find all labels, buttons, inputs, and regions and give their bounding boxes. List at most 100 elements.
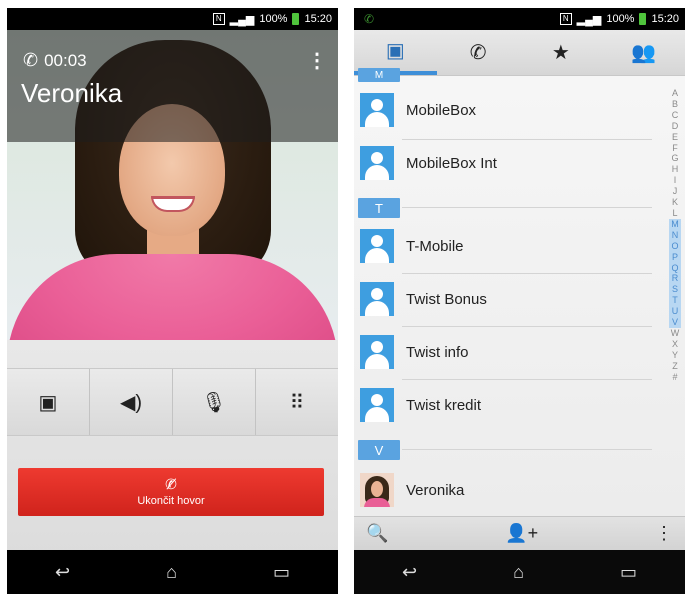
index-letter[interactable]: # bbox=[672, 372, 677, 383]
avatar bbox=[360, 473, 394, 507]
alphabet-index[interactable]: A B C D E F G H I J K L M N O P Q R S T U V W X Y Z # bbox=[669, 88, 681, 382]
navigation-bar: ↩ ⌂ ▭ bbox=[354, 550, 685, 594]
call-timer: ✆ 00:03 bbox=[23, 50, 87, 71]
dialpad-icon: ⠿ bbox=[289, 391, 305, 414]
phone-icon: ✆ bbox=[469, 42, 487, 64]
index-letter[interactable]: G bbox=[671, 153, 678, 164]
index-letter[interactable]: O bbox=[669, 240, 681, 252]
index-letter[interactable]: J bbox=[673, 186, 678, 197]
avatar bbox=[360, 335, 394, 369]
contacts-screen: ✆ N ▂▄▆ 100% 15:20 ▣ ✆ ★ 👥 M MobileBox M… bbox=[354, 8, 685, 594]
index-letter[interactable]: W bbox=[671, 328, 680, 339]
list-item[interactable]: Twist Bonus bbox=[354, 273, 654, 325]
phone-icon: ✆ bbox=[23, 50, 39, 70]
in-call-screen: N ▂▄▆ 100% 15:20 ✆ 00:03 Veronika ⋮ ▣ ◀)… bbox=[7, 8, 338, 594]
contact-name: Twist Bonus bbox=[406, 290, 487, 308]
section-header-v: V bbox=[358, 440, 400, 460]
tab-bar: ▣ ✆ ★ 👥 bbox=[354, 30, 685, 76]
index-letter[interactable]: Y bbox=[672, 350, 678, 361]
battery-percent: 100% bbox=[259, 13, 288, 25]
list-item[interactable]: MobileBox bbox=[354, 84, 654, 136]
list-item[interactable]: Twist kredit bbox=[354, 379, 654, 431]
index-letter[interactable]: F bbox=[672, 143, 678, 154]
index-letter[interactable]: Q bbox=[669, 262, 681, 274]
index-letter[interactable]: N bbox=[669, 229, 681, 241]
tab-calls[interactable]: ✆ bbox=[437, 30, 520, 75]
index-letter[interactable]: C bbox=[672, 110, 679, 121]
recent-apps-icon[interactable]: ▭ bbox=[620, 562, 637, 583]
avatar bbox=[360, 146, 394, 180]
call-duration: 00:03 bbox=[44, 50, 87, 70]
index-letter[interactable]: X bbox=[672, 339, 678, 350]
signal-icon: ▂▄▆ bbox=[576, 13, 602, 26]
clock: 15:20 bbox=[304, 13, 332, 25]
index-letter[interactable]: K bbox=[672, 197, 678, 208]
index-letter[interactable]: A bbox=[672, 88, 678, 99]
avatar bbox=[360, 229, 394, 263]
index-letter[interactable]: S bbox=[669, 284, 681, 296]
caller-name: Veronika bbox=[21, 78, 123, 108]
clock: 15:20 bbox=[651, 13, 679, 25]
tab-groups[interactable]: 👥 bbox=[602, 30, 685, 75]
avatar bbox=[360, 93, 394, 127]
battery-icon bbox=[639, 13, 647, 25]
contacts-icon: ▣ bbox=[38, 391, 58, 414]
battery-percent: 100% bbox=[606, 13, 635, 25]
call-controls: ▣ ◀) 🎙 ⠿ bbox=[7, 368, 338, 436]
index-letter[interactable]: I bbox=[674, 175, 677, 186]
contact-list[interactable]: M MobileBox MobileBox Int T T-Mobile Twi… bbox=[354, 68, 685, 516]
index-letter[interactable]: Z bbox=[672, 361, 678, 372]
index-letter[interactable]: U bbox=[669, 306, 681, 318]
contact-name: T-Mobile bbox=[406, 237, 464, 255]
contacts-icon: ▣ bbox=[385, 40, 405, 62]
contact-name: Veronika bbox=[406, 481, 465, 499]
index-letter[interactable]: R bbox=[669, 273, 681, 285]
contact-name: MobileBox bbox=[406, 101, 477, 119]
index-letter[interactable]: B bbox=[672, 99, 678, 110]
avatar bbox=[360, 388, 394, 422]
contacts-button[interactable]: ▣ bbox=[7, 369, 90, 435]
home-icon[interactable]: ⌂ bbox=[513, 562, 524, 583]
recent-apps-icon[interactable]: ▭ bbox=[273, 562, 290, 583]
end-call-label: Ukončit hovor bbox=[137, 495, 205, 507]
overflow-icon[interactable]: ⋮ bbox=[307, 48, 327, 73]
divider bbox=[402, 449, 652, 450]
list-item[interactable]: Twist info bbox=[354, 326, 654, 378]
contact-name: Twist info bbox=[406, 343, 469, 361]
dialpad-button[interactable]: ⠿ bbox=[256, 369, 338, 435]
index-letter[interactable]: T bbox=[669, 295, 681, 307]
index-letter[interactable]: V bbox=[669, 317, 681, 328]
contact-name: Twist kredit bbox=[406, 396, 482, 414]
status-bar: N ▂▄▆ 100% 15:20 bbox=[7, 8, 338, 30]
index-letter[interactable]: M bbox=[669, 218, 681, 230]
home-icon[interactable]: ⌂ bbox=[166, 562, 177, 583]
list-item[interactable]: Veronika bbox=[354, 464, 654, 516]
navigation-bar: ↩ ⌂ ▭ bbox=[7, 550, 338, 594]
index-letter[interactable]: H bbox=[672, 164, 679, 175]
list-item[interactable]: T-Mobile bbox=[354, 220, 654, 272]
back-icon[interactable]: ↩ bbox=[402, 562, 417, 583]
nfc-icon: N bbox=[559, 13, 572, 25]
mic-off-icon: 🎙 bbox=[201, 391, 227, 414]
index-letter[interactable]: L bbox=[672, 208, 677, 219]
search-icon[interactable]: 🔍 bbox=[366, 523, 388, 544]
contact-name: MobileBox Int bbox=[406, 154, 497, 172]
index-letter[interactable]: D bbox=[672, 121, 679, 132]
index-letter[interactable]: E bbox=[672, 132, 678, 143]
groups-icon: 👥 bbox=[631, 42, 657, 64]
avatar bbox=[360, 282, 394, 316]
speaker-icon: ◀) bbox=[119, 391, 143, 414]
star-icon: ★ bbox=[551, 42, 570, 64]
index-letter[interactable]: P bbox=[669, 251, 681, 263]
mute-button[interactable]: 🎙 bbox=[173, 369, 256, 435]
end-call-button[interactable]: ✆̸ Ukončit hovor bbox=[18, 468, 324, 516]
back-icon[interactable]: ↩ bbox=[55, 562, 70, 583]
status-bar: ✆ N ▂▄▆ 100% 15:20 bbox=[354, 8, 685, 30]
overflow-icon[interactable]: ⋮ bbox=[655, 523, 673, 544]
speaker-button[interactable]: ◀) bbox=[90, 369, 173, 435]
list-item[interactable]: MobileBox Int bbox=[354, 137, 654, 189]
add-contact-icon[interactable]: 👤+ bbox=[505, 523, 538, 544]
call-header: ✆ 00:03 Veronika ⋮ bbox=[7, 30, 338, 142]
divider bbox=[402, 207, 652, 208]
tab-favorites[interactable]: ★ bbox=[520, 30, 603, 75]
